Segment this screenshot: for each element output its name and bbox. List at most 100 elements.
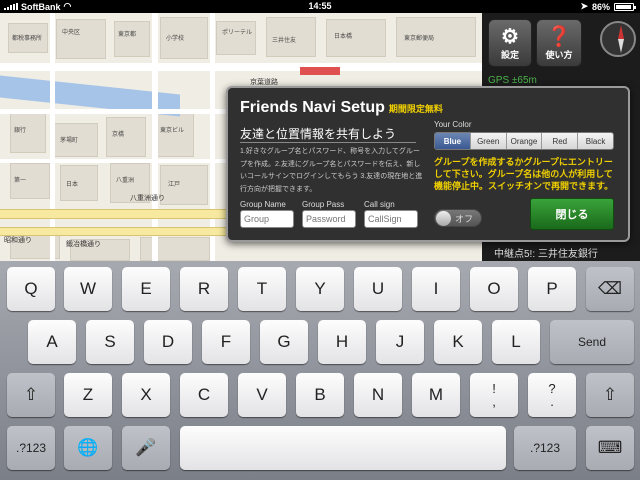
key-z[interactable]: Z bbox=[64, 373, 112, 417]
shift-key-left[interactable]: ⇧ bbox=[7, 373, 55, 417]
toggle-knob bbox=[436, 211, 451, 226]
group-pass-input[interactable] bbox=[302, 210, 356, 228]
share-toggle[interactable]: オフ bbox=[434, 209, 482, 227]
key-t[interactable]: T bbox=[238, 267, 286, 311]
map-label: 日本 bbox=[66, 182, 79, 188]
map-label: 東京ビル bbox=[160, 128, 185, 134]
map-label: 第一 bbox=[14, 178, 27, 184]
close-button[interactable]: 閉じる bbox=[530, 198, 614, 230]
dialog-description: 1.好きなグループ名とパスワード、称号を入力してグループを作成。2.友達にグルー… bbox=[240, 148, 423, 193]
key-u[interactable]: U bbox=[354, 267, 402, 311]
group-name-input[interactable] bbox=[240, 210, 294, 228]
key-o[interactable]: O bbox=[470, 267, 518, 311]
settings-button[interactable]: ⚙ 設定 bbox=[488, 19, 532, 67]
status-bar: SoftBank ◠ 14:55 ➤ 86% bbox=[0, 0, 640, 13]
status-right: ➤ 86% bbox=[580, 1, 636, 12]
map-label: 八重洲 bbox=[116, 178, 135, 184]
map-label: 銀行 bbox=[14, 128, 27, 134]
location-arrow-icon: ➤ bbox=[580, 1, 588, 11]
map-label: 都税事務所 bbox=[12, 36, 43, 42]
help-button[interactable]: ❓ 使い方 bbox=[536, 19, 582, 67]
key-k[interactable]: K bbox=[434, 320, 482, 364]
keyboard: Q W E R T Y U I O P ⌫ A S D F G H J K L … bbox=[0, 261, 640, 480]
key-bottom-symbol: . bbox=[550, 394, 554, 409]
key-l[interactable]: L bbox=[492, 320, 540, 364]
send-key[interactable]: Send bbox=[550, 320, 634, 364]
gear-icon: ⚙ bbox=[501, 25, 519, 48]
battery-icon bbox=[614, 2, 636, 11]
destination-text: 中継点5!: 三井住友銀行 bbox=[494, 249, 598, 260]
globe-key[interactable]: 🌐 bbox=[64, 426, 112, 470]
key-i[interactable]: I bbox=[412, 267, 460, 311]
shift-key-right[interactable]: ⇧ bbox=[586, 373, 634, 417]
key-h[interactable]: H bbox=[318, 320, 366, 364]
key-x[interactable]: X bbox=[122, 373, 170, 417]
map-label: 中央区 bbox=[62, 30, 81, 36]
key-question-period[interactable]: ?. bbox=[528, 373, 576, 417]
map-label: 茅場町 bbox=[60, 138, 79, 144]
dialog-title-text: Friends Navi Setup bbox=[240, 99, 385, 116]
compass-icon[interactable] bbox=[600, 21, 636, 57]
dialog-subtitle: 友達と位置情報を共有しよう bbox=[240, 127, 397, 141]
dialog-title: Friends Navi Setup 期間限定無料 bbox=[240, 99, 443, 117]
key-b[interactable]: B bbox=[296, 373, 344, 417]
dictation-key[interactable]: 🎤 bbox=[122, 426, 170, 470]
battery-percent: 86% bbox=[591, 1, 610, 12]
key-n[interactable]: N bbox=[354, 373, 402, 417]
hide-keyboard-icon: ⌨ bbox=[597, 438, 623, 457]
map-label: 東京都 bbox=[118, 32, 137, 38]
key-r[interactable]: R bbox=[180, 267, 228, 311]
help-label: 使い方 bbox=[545, 49, 573, 60]
divider bbox=[240, 142, 416, 143]
group-notice: グループを作成するかグループにエントリーして下さい。グループ名は他の人が利用して… bbox=[434, 157, 614, 191]
numbers-key-right[interactable]: .?123 bbox=[514, 426, 576, 470]
color-option-green[interactable]: Green bbox=[470, 133, 507, 149]
map-label: ポリーテル bbox=[222, 30, 253, 36]
key-bottom-symbol: , bbox=[492, 394, 496, 409]
map-label: 京橋 bbox=[112, 132, 125, 138]
color-option-red[interactable]: Red bbox=[542, 133, 579, 149]
hide-keyboard-key[interactable]: ⌨ bbox=[586, 426, 634, 470]
map-label: 三井住友 bbox=[272, 38, 297, 44]
gps-accuracy: GPS ±65m bbox=[488, 75, 537, 86]
microphone-icon: 🎤 bbox=[135, 438, 157, 457]
backspace-key[interactable]: ⌫ bbox=[586, 267, 634, 311]
color-option-black[interactable]: Black bbox=[578, 133, 613, 149]
key-w[interactable]: W bbox=[64, 267, 112, 311]
your-color-label: Your Color bbox=[434, 120, 472, 129]
promo-badge: 期間限定無料 bbox=[388, 104, 443, 114]
key-y[interactable]: Y bbox=[296, 267, 344, 311]
key-f[interactable]: F bbox=[202, 320, 250, 364]
map-label: 東京郵便局 bbox=[404, 36, 435, 42]
key-a[interactable]: A bbox=[28, 320, 76, 364]
map-label: 日本橋 bbox=[334, 34, 353, 40]
group-name-label: Group Name bbox=[240, 200, 286, 209]
shift-icon: ⇧ bbox=[602, 385, 618, 404]
street-label: 鍛冶橋通り bbox=[66, 241, 101, 248]
call-sign-input[interactable] bbox=[364, 210, 418, 228]
key-q[interactable]: Q bbox=[7, 267, 55, 311]
color-option-orange[interactable]: Orange bbox=[506, 133, 543, 149]
color-selector: Blue Green Orange Red Black bbox=[434, 132, 614, 150]
key-m[interactable]: M bbox=[412, 373, 460, 417]
key-v[interactable]: V bbox=[238, 373, 286, 417]
space-key[interactable] bbox=[180, 426, 506, 470]
key-j[interactable]: J bbox=[376, 320, 424, 364]
key-d[interactable]: D bbox=[144, 320, 192, 364]
key-p[interactable]: P bbox=[528, 267, 576, 311]
numbers-key-left[interactable]: .?123 bbox=[7, 426, 55, 470]
group-pass-label: Group Pass bbox=[302, 200, 345, 209]
status-time: 14:55 bbox=[308, 1, 332, 11]
map-label: 小学校 bbox=[166, 36, 185, 42]
question-icon: ❓ bbox=[546, 25, 572, 48]
key-exclaim-comma[interactable]: !, bbox=[470, 373, 518, 417]
key-c[interactable]: C bbox=[180, 373, 228, 417]
shift-icon: ⇧ bbox=[23, 385, 39, 404]
settings-label: 設定 bbox=[500, 49, 519, 60]
color-option-blue[interactable]: Blue bbox=[435, 133, 471, 149]
key-e[interactable]: E bbox=[122, 267, 170, 311]
street-label: 昭和通り bbox=[4, 237, 32, 244]
key-g[interactable]: G bbox=[260, 320, 308, 364]
setup-dialog: Friends Navi Setup 期間限定無料 友達と位置情報を共有しよう 1… bbox=[226, 86, 630, 242]
key-s[interactable]: S bbox=[86, 320, 134, 364]
